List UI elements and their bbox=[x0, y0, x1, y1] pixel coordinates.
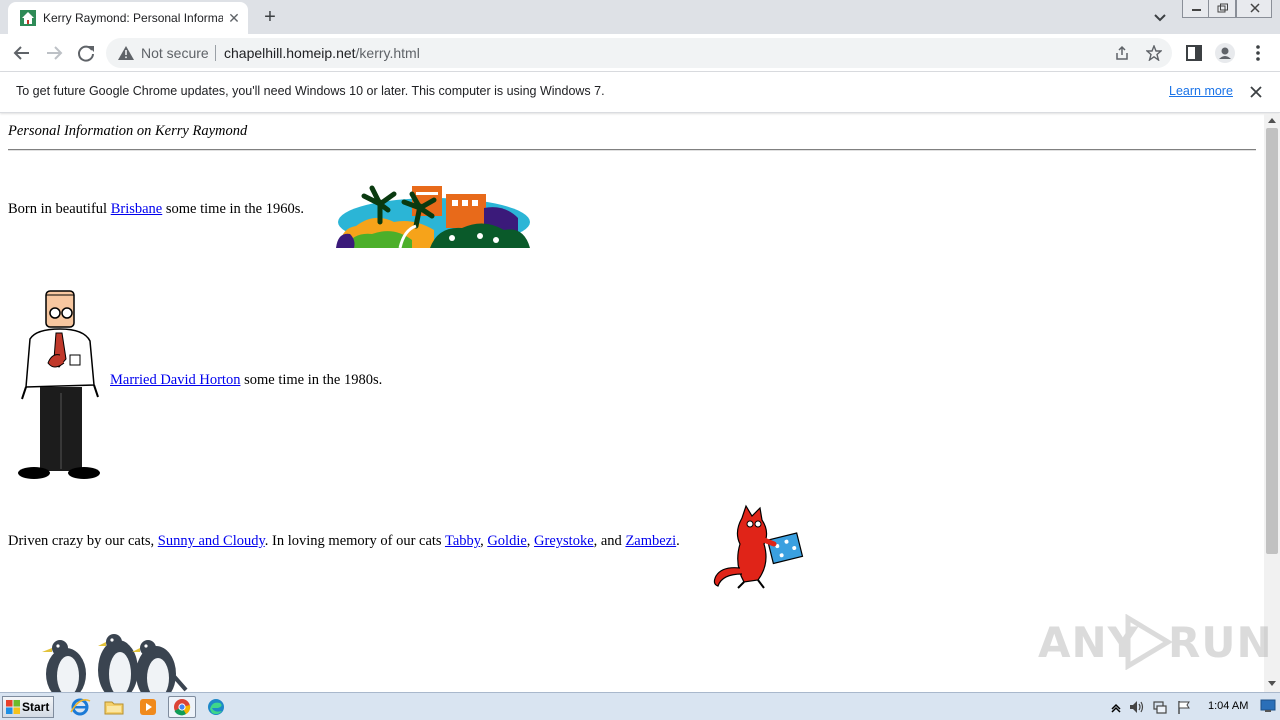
menu-kebab-icon[interactable] bbox=[1248, 43, 1268, 63]
page-scrollbar[interactable] bbox=[1264, 114, 1280, 692]
start-label: Start bbox=[22, 700, 50, 714]
zambezi-link[interactable]: Zambezi bbox=[625, 533, 676, 549]
tab-title: Kerry Raymond: Personal Information on K… bbox=[43, 11, 223, 25]
window-minimize-button[interactable] bbox=[1182, 0, 1210, 18]
house-favicon bbox=[20, 10, 36, 26]
url-host: chapelhill.homeip.net bbox=[224, 45, 356, 61]
cats-comma-1: , bbox=[480, 533, 484, 549]
infobar-message: To get future Google Chrome updates, you… bbox=[16, 84, 605, 98]
learn-more-link[interactable]: Learn more bbox=[1169, 84, 1233, 98]
married-text: Married David Horton some time in the 19… bbox=[110, 372, 382, 389]
red-cat-image bbox=[713, 504, 804, 589]
brisbane-link[interactable]: Brisbane bbox=[111, 201, 163, 217]
penguins-image bbox=[42, 634, 188, 692]
windows-flag-icon bbox=[6, 700, 20, 714]
media-player-icon[interactable] bbox=[136, 696, 160, 718]
goldie-link[interactable]: Goldie bbox=[487, 533, 526, 549]
watermark-text-right: RUN bbox=[1168, 618, 1273, 667]
warning-triangle-icon[interactable] bbox=[118, 46, 134, 60]
start-button[interactable]: Start bbox=[2, 696, 54, 718]
profile-icon[interactable] bbox=[1215, 43, 1235, 63]
windows-taskbar: Start 1:04 AM bbox=[0, 692, 1280, 720]
window-close-button[interactable] bbox=[1236, 0, 1272, 18]
horizontal-rule bbox=[8, 149, 1256, 151]
cats-and: , and bbox=[593, 533, 622, 549]
penguin-1 bbox=[42, 640, 86, 692]
omnibox-divider bbox=[215, 45, 216, 61]
tab-close-icon[interactable]: ✕ bbox=[226, 10, 242, 26]
network-icon[interactable] bbox=[1152, 699, 1168, 715]
back-arrow-icon[interactable] bbox=[11, 42, 33, 64]
born-prefix: Born in beautiful bbox=[8, 201, 108, 217]
update-infobar: To get future Google Chrome updates, you… bbox=[0, 72, 1280, 113]
taskbar-clock[interactable]: 1:04 AM bbox=[1208, 700, 1248, 712]
restore-icon bbox=[1217, 3, 1228, 13]
minimize-icon bbox=[1192, 9, 1201, 11]
volume-icon[interactable] bbox=[1128, 699, 1144, 715]
internet-explorer-icon[interactable] bbox=[68, 696, 92, 718]
brisbane-skyline-image bbox=[336, 185, 530, 248]
cats-middle: . In loving memory of our cats bbox=[264, 533, 442, 549]
anyrun-watermark: ANY RUN bbox=[1036, 608, 1272, 672]
chrome-taskbar-button[interactable] bbox=[168, 696, 196, 718]
cats-end: . bbox=[676, 533, 680, 549]
penguin-2 bbox=[98, 634, 138, 692]
window-restore-button[interactable] bbox=[1208, 0, 1236, 18]
scroll-down-arrow-icon[interactable] bbox=[1268, 681, 1276, 686]
tab-search-chevron-down-icon[interactable] bbox=[1150, 7, 1170, 27]
tab-strip: Kerry Raymond: Personal Information on K… bbox=[0, 0, 1280, 34]
penguin-3 bbox=[132, 640, 188, 692]
cats-text: Driven crazy by our cats, Sunny and Clou… bbox=[8, 533, 680, 550]
married-david-horton-link[interactable]: Married David Horton bbox=[110, 372, 240, 388]
star-icon[interactable] bbox=[1146, 45, 1162, 61]
born-suffix: some time in the 1960s. bbox=[165, 201, 305, 217]
edge-icon[interactable] bbox=[204, 696, 228, 718]
close-icon bbox=[1250, 3, 1260, 13]
show-desktop-icon[interactable] bbox=[1260, 699, 1276, 713]
married-suffix: some time in the 1980s. bbox=[244, 372, 383, 388]
cats-comma-2: , bbox=[526, 533, 531, 549]
dilbert-cartoon-image bbox=[18, 290, 100, 479]
page-title: Personal Information on Kerry Raymond bbox=[8, 123, 248, 139]
url-text[interactable]: chapelhill.homeip.net/kerry.html bbox=[224, 45, 420, 61]
address-bar[interactable]: Not secure chapelhill.homeip.net/kerry.h… bbox=[106, 38, 1172, 68]
browser-toolbar: Not secure chapelhill.homeip.net/kerry.h… bbox=[0, 34, 1280, 72]
chrome-icon bbox=[174, 699, 191, 716]
forward-arrow-icon[interactable] bbox=[43, 42, 65, 64]
share-icon[interactable] bbox=[1114, 45, 1130, 61]
url-path: /kerry.html bbox=[355, 45, 420, 61]
action-center-flag-icon[interactable] bbox=[1176, 699, 1192, 715]
show-hidden-icons[interactable] bbox=[1108, 699, 1124, 715]
reload-icon[interactable] bbox=[75, 42, 97, 64]
page-content: Personal Information on Kerry Raymond Bo… bbox=[0, 114, 1264, 692]
new-tab-button[interactable]: + bbox=[258, 5, 282, 29]
folder-icon[interactable] bbox=[102, 696, 126, 718]
watermark-play-icon bbox=[1125, 614, 1172, 670]
browser-tab[interactable]: Kerry Raymond: Personal Information on K… bbox=[8, 2, 248, 34]
scroll-thumb[interactable] bbox=[1266, 128, 1278, 554]
greystoke-link[interactable]: Greystoke bbox=[534, 533, 594, 549]
side-panel-icon[interactable] bbox=[1184, 43, 1204, 63]
scroll-up-arrow-icon[interactable] bbox=[1268, 118, 1276, 123]
born-text: Born in beautiful Brisbane some time in … bbox=[8, 201, 304, 218]
cats-prefix: Driven crazy by our cats, bbox=[8, 533, 155, 549]
security-status-label[interactable]: Not secure bbox=[141, 45, 209, 61]
tabby-link[interactable]: Tabby bbox=[445, 533, 480, 549]
sunny-and-cloudy-link[interactable]: Sunny and Cloudy bbox=[158, 533, 265, 549]
infobar-close-icon[interactable] bbox=[1248, 84, 1264, 100]
